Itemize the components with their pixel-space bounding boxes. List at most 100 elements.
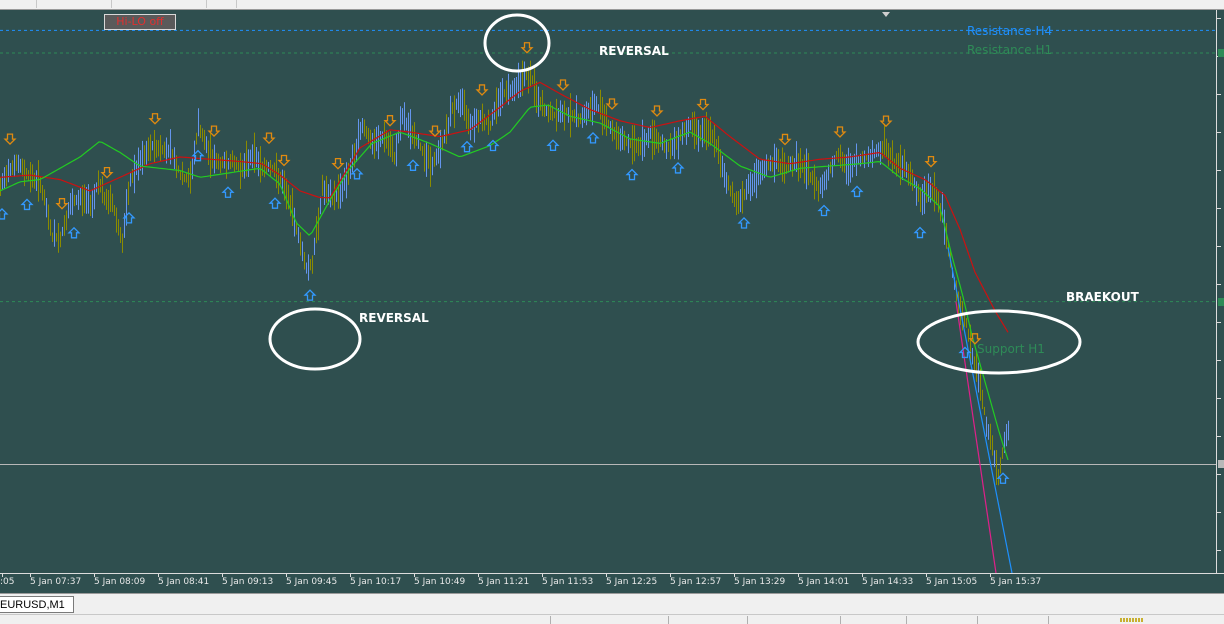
down-arrow-signal-icon xyxy=(520,42,534,54)
up-arrow-signal-icon xyxy=(460,140,474,153)
status-separator xyxy=(550,616,551,624)
price-scale-tick xyxy=(1217,132,1221,133)
down-arrow-signal-icon xyxy=(605,98,619,110)
up-arrow-signal-icon xyxy=(350,167,364,180)
up-arrow-signal-icon xyxy=(996,472,1010,484)
price-scale-tick xyxy=(1217,436,1221,437)
chart-tabs-bar: EURUSD,M1 xyxy=(0,593,1224,614)
down-arrow-signal-icon xyxy=(650,105,664,117)
time-axis-label: 5 Jan 09:45 xyxy=(286,577,338,587)
connection-status-icon xyxy=(1120,618,1144,622)
chart-area[interactable]: REVERSAL REVERSAL BRAEKOUT Resistance H4 Res… xyxy=(0,10,1216,573)
down-arrow-signal-icon xyxy=(879,115,893,128)
down-arrow-signal-icon xyxy=(148,113,162,125)
price-scale-tick xyxy=(1217,246,1221,247)
toolbar-separator xyxy=(35,0,37,8)
resistance-h4-label: Resistance H4 xyxy=(967,24,1052,38)
time-axis-label: 5 Jan 14:33 xyxy=(862,577,914,587)
down-arrow-signal-icon xyxy=(428,125,442,138)
status-separator xyxy=(747,616,748,624)
status-separator xyxy=(906,616,907,624)
down-arrow-signal-icon xyxy=(475,84,489,96)
down-arrow-signal-icon xyxy=(3,133,17,146)
time-axis-label: 5 Jan 09:13 xyxy=(222,577,274,587)
chart-shift-marker-icon xyxy=(882,12,890,17)
up-arrow-signal-icon xyxy=(817,204,831,217)
down-arrow-signal-icon xyxy=(277,154,291,167)
resistance-h1-label: Resistance H1 xyxy=(967,43,1052,57)
time-axis-label: 5 Jan 15:05 xyxy=(926,577,978,587)
down-arrow-signal-icon xyxy=(100,166,114,179)
price-scale[interactable] xyxy=(1216,10,1224,573)
price-scale-tick xyxy=(1217,512,1221,513)
up-arrow-signal-icon xyxy=(122,211,136,224)
breakout-label: BRAEKOUT xyxy=(1066,290,1140,304)
status-bar xyxy=(0,614,1224,624)
price-scale-tick xyxy=(1217,550,1221,551)
down-arrow-signal-icon xyxy=(833,126,847,138)
up-arrow-signal-icon xyxy=(586,131,600,144)
price-scale-tick xyxy=(1217,322,1221,323)
time-axis-label: 5 Jan 07:37 xyxy=(30,577,82,587)
time-axis-label: 5 Jan 10:49 xyxy=(414,577,466,587)
price-scale-tick xyxy=(1217,208,1221,209)
support-h1-label: Support H1 xyxy=(977,342,1045,356)
time-axis-label: :05 xyxy=(0,577,15,587)
price-scale-tick xyxy=(1217,360,1221,361)
status-separator xyxy=(977,616,978,624)
time-axis-label: 5 Jan 13:29 xyxy=(734,577,786,587)
toolbar-separator xyxy=(110,0,112,8)
up-arrow-signal-icon xyxy=(625,168,639,181)
time-axis-label: 5 Jan 15:37 xyxy=(990,577,1042,587)
hilo-toggle-button[interactable]: Hi-LO off xyxy=(104,14,176,30)
reversal-bottom-label: REVERSAL xyxy=(359,311,429,325)
price-scale-tick xyxy=(1217,284,1221,285)
up-arrow-signal-icon xyxy=(546,139,560,151)
time-axis-label: 5 Jan 08:41 xyxy=(158,577,210,587)
time-axis-label: 5 Jan 12:57 xyxy=(670,577,722,587)
time-axis-label: 5 Jan 08:09 xyxy=(94,577,146,587)
down-arrow-signal-icon xyxy=(778,133,792,146)
reversal-top-circle xyxy=(483,13,551,73)
time-axis-label: 5 Jan 14:01 xyxy=(798,577,850,587)
price-scale-tick xyxy=(1217,170,1221,171)
toolbar-separator xyxy=(205,0,207,8)
reversal-top-label: REVERSAL xyxy=(599,44,669,58)
time-axis-label: 5 Jan 10:17 xyxy=(350,577,402,587)
time-axis-label: 5 Jan 11:53 xyxy=(542,577,594,587)
down-arrow-signal-icon xyxy=(262,132,276,145)
status-separator xyxy=(1048,616,1049,624)
support-h1-price-tag xyxy=(1218,297,1224,306)
down-arrow-signal-icon xyxy=(383,115,397,127)
top-toolbar xyxy=(0,0,1224,10)
up-arrow-signal-icon xyxy=(486,139,500,152)
chart-tab-eurusd-m1[interactable]: EURUSD,M1 xyxy=(0,596,74,613)
bid-price-tag xyxy=(1218,460,1224,469)
up-arrow-signal-icon xyxy=(268,197,282,209)
down-arrow-signal-icon xyxy=(55,198,69,210)
time-axis: :05 5 Jan 07:37 5 Jan 08:09 5 Jan 08:41 5 Ja… xyxy=(0,573,1224,593)
price-scale-tick xyxy=(1217,18,1221,19)
time-axis-label: 5 Jan 11:21 xyxy=(478,577,530,587)
down-arrow-signal-icon xyxy=(924,155,938,168)
reversal-bottom-circle xyxy=(268,307,362,371)
down-arrow-signal-icon xyxy=(696,98,710,111)
up-arrow-signal-icon xyxy=(671,161,685,174)
status-separator xyxy=(668,616,669,624)
price-scale-tick xyxy=(1217,398,1221,399)
price-chart[interactable]: REVERSAL REVERSAL BRAEKOUT Resistance H4 Res… xyxy=(0,10,1216,573)
time-axis-label: 5 Jan 12:25 xyxy=(606,577,658,587)
up-arrow-signal-icon xyxy=(850,185,864,198)
up-arrow-signal-icon xyxy=(221,186,235,198)
down-arrow-signal-icon xyxy=(331,158,345,170)
trend-line-blue xyxy=(947,247,1013,573)
status-separator xyxy=(840,616,841,624)
up-arrow-signal-icon xyxy=(406,159,420,171)
down-arrow-signal-icon xyxy=(556,79,570,91)
up-arrow-signal-icon xyxy=(20,198,34,211)
up-arrow-signal-icon xyxy=(67,226,81,239)
resistance-h1-price-tag xyxy=(1218,48,1224,57)
price-scale-tick xyxy=(1217,474,1221,475)
up-arrow-signal-icon xyxy=(913,226,927,239)
price-scale-tick xyxy=(1217,94,1221,95)
